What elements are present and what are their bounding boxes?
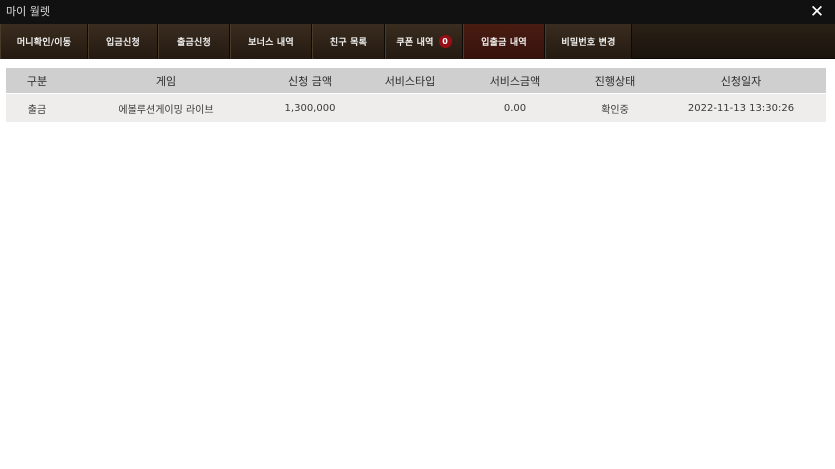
tab-friend-list[interactable]: 친구 목록 <box>312 24 385 59</box>
column-header-date: 신청일자 <box>720 74 762 88</box>
tab-deposit-request[interactable]: 입금신청 <box>88 24 158 59</box>
tab-bar: 머니확인/이동 입금신청 출금신청 보너스 내역 친구 목록 쿠폰 내역 0 입… <box>0 24 835 59</box>
tab-label: 입금신청 <box>106 38 140 48</box>
cell-amount: 1,300,000 <box>284 102 336 114</box>
tab-label: 친구 목록 <box>329 38 368 48</box>
tab-withdraw-request[interactable]: 출금신청 <box>158 24 230 59</box>
column-header-game: 게임 <box>155 74 177 88</box>
tab-label: 출금신청 <box>177 38 211 48</box>
column-header-service-amount: 서비스금액 <box>489 74 541 88</box>
tab-label: 머니확인/이동 <box>16 38 72 48</box>
tab-label: 입출금 내역 <box>481 38 527 48</box>
table-row: 출금 에볼루션게이밍 라이브 1,300,000 0.00 확인중 2022-1… <box>6 94 826 122</box>
cell-status: 확인중 <box>601 104 629 116</box>
window-title: 마이 월렛 <box>6 5 50 18</box>
cell-service-amount: 0.00 <box>503 102 527 114</box>
cell-type: 출금 <box>27 104 47 116</box>
column-header-amount: 신청 금액 <box>288 74 332 88</box>
coupon-count-badge: 0 <box>438 35 452 48</box>
column-header-status: 진행상태 <box>594 74 636 88</box>
transaction-table: 구분 게임 신청 금액 서비스타입 서비스금액 진행상태 신청일자 출금 에볼루… <box>6 68 826 122</box>
tab-coupon-history[interactable]: 쿠폰 내역 0 <box>385 24 463 59</box>
tab-change-password[interactable]: 비밀번호 변경 <box>545 24 632 59</box>
tab-label: 쿠폰 내역 <box>396 38 434 48</box>
tab-transaction-history[interactable]: 입출금 내역 <box>463 24 545 59</box>
tab-bonus-history[interactable]: 보너스 내역 <box>230 24 312 59</box>
cell-game: 에볼루션게이밍 라이브 <box>118 104 214 116</box>
tab-label: 비밀번호 변경 <box>561 38 616 48</box>
cell-date: 2022-11-13 13:30:26 <box>687 102 795 114</box>
tab-money-check[interactable]: 머니확인/이동 <box>0 24 88 59</box>
cell-service-type <box>366 94 454 122</box>
close-icon[interactable]: ✕ <box>807 2 827 22</box>
tab-label: 보너스 내역 <box>248 38 294 48</box>
window-titlebar: 마이 월렛 ✕ <box>0 0 835 24</box>
column-header-type: 구분 <box>26 74 48 88</box>
column-header-service-type: 서비스타입 <box>384 74 436 88</box>
table-header-row: 구분 게임 신청 금액 서비스타입 서비스금액 진행상태 신청일자 <box>6 68 826 93</box>
